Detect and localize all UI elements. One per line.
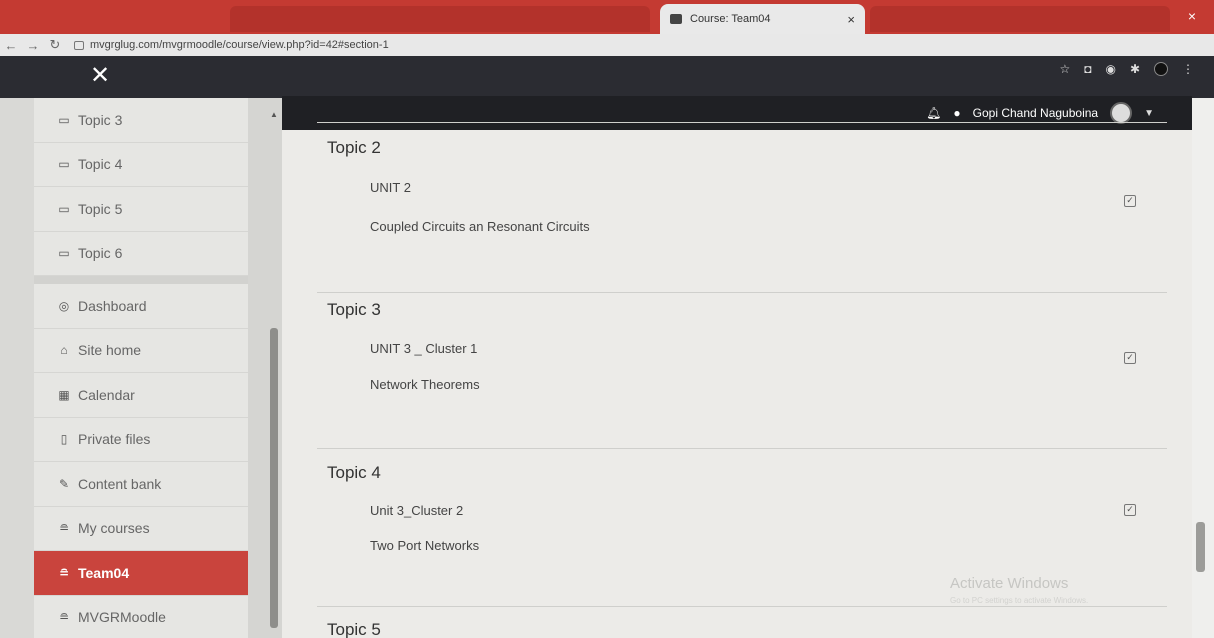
folder-icon: ▭: [58, 246, 70, 261]
browser-tab-active[interactable]: Course: Team04 ×: [660, 4, 865, 34]
topic-title[interactable]: Topic 3: [327, 300, 381, 320]
user-menu: 🔔︎ ● Gopi Chand Naguboina ▼: [926, 96, 1154, 130]
drawer-item-label: Team04: [78, 564, 130, 581]
folder-icon: ▭: [58, 201, 70, 216]
user-name[interactable]: Gopi Chand Naguboina: [973, 106, 1098, 120]
scroll-up-icon[interactable]: ▲: [270, 110, 278, 119]
extension-icon[interactable]: ◘: [1084, 62, 1091, 76]
completion-checkbox[interactable]: ✓: [1124, 352, 1136, 364]
drawer-item-label: Topic 4: [78, 156, 123, 173]
drawer-item-dashboard[interactable]: ◎ Dashboard: [34, 284, 248, 329]
url-field[interactable]: mvgrglug.com/mvgrmoodle/course/view.php?…: [90, 39, 389, 51]
nav-drawer: ▭ Topic 3 ▭ Topic 4 ▭ Topic 5 ▭ Topic 6 …: [34, 98, 248, 638]
chevron-down-icon[interactable]: ▼: [1144, 108, 1154, 119]
drawer-item-label: Calendar: [78, 386, 135, 403]
extension-icon[interactable]: ◉: [1105, 62, 1115, 76]
file-icon: ▯: [60, 432, 68, 447]
topic-title[interactable]: Topic 4: [327, 463, 381, 483]
tab-close-icon[interactable]: ×: [847, 12, 855, 27]
drawer-item-topic-5[interactable]: ▭ Topic 5: [34, 187, 248, 232]
chat-icon[interactable]: ●: [953, 106, 960, 120]
back-icon[interactable]: ←: [0, 38, 22, 53]
folder-icon: ▭: [58, 157, 70, 172]
activate-windows-subtitle: Go to PC settings to activate Windows.: [950, 596, 1089, 605]
activity-link[interactable]: UNIT 2: [370, 180, 411, 195]
lock-icon: [74, 40, 84, 50]
drawer-item-private-files[interactable]: ▯ Private files: [34, 418, 248, 462]
drawer-item-label: MVGRMoodle: [78, 609, 166, 626]
browser-tab-inactive-right[interactable]: [870, 6, 1170, 32]
topic-title[interactable]: Topic 5: [327, 620, 381, 638]
drawer-item-site-home[interactable]: ⌂ Site home: [34, 329, 248, 373]
completion-checkbox[interactable]: ✓: [1124, 195, 1136, 207]
browser-tab-inactive-left[interactable]: [230, 6, 650, 32]
main-scrollbar[interactable]: [1192, 98, 1214, 638]
activity-link[interactable]: Two Port Networks: [370, 538, 479, 553]
moodle-navbar: [0, 56, 1214, 98]
drawer-item-label: Dashboard: [78, 297, 147, 314]
drawer-item-label: Topic 6: [78, 245, 123, 262]
completion-checkbox[interactable]: ✓: [1124, 504, 1136, 516]
browser-menu-icon[interactable]: ⋮: [1182, 62, 1194, 76]
drawer-item-label: Private files: [78, 431, 151, 448]
browser-extensions: ☆ ◘ ◉ ✱ ⋮: [1059, 62, 1194, 76]
drawer-item-team04[interactable]: ≘ Team04: [34, 551, 248, 596]
section-divider: [317, 448, 1167, 449]
drawer-item-topic-6[interactable]: ▭ Topic 6: [34, 232, 248, 276]
profile-avatar-icon[interactable]: [1154, 62, 1168, 76]
topic-title[interactable]: Topic 2: [327, 138, 381, 158]
calendar-icon: ▦: [58, 387, 70, 402]
forward-icon[interactable]: →: [22, 38, 44, 53]
section-divider: [317, 606, 1167, 607]
home-icon: ⌂: [60, 343, 68, 358]
drawer-item-label: Content bank: [78, 475, 162, 492]
activate-windows-watermark: Activate Windows: [950, 575, 1069, 592]
drawer-divider: [34, 276, 248, 284]
drawer-close-icon[interactable]: ✕: [90, 64, 110, 88]
drawer-scrollbar-thumb[interactable]: [270, 328, 278, 628]
puzzle-icon[interactable]: ✱: [1130, 62, 1140, 76]
section-divider: [317, 292, 1167, 293]
drawer-item-my-courses[interactable]: ≘ My courses: [34, 507, 248, 551]
course-favicon-icon: [670, 14, 682, 24]
activity-link[interactable]: UNIT 3 _ Cluster 1: [370, 341, 477, 356]
drawer-item-label: Site home: [78, 342, 142, 359]
drawer-item-topic-3[interactable]: ▭ Topic 3: [34, 98, 248, 143]
reload-icon[interactable]: ↻: [44, 37, 66, 53]
window-close-icon[interactable]: ×: [1188, 8, 1196, 24]
address-bar: ← → ↻ mvgrglug.com/mvgrmoodle/course/vie…: [0, 34, 1214, 56]
drawer-scrollbar[interactable]: ▲: [248, 98, 282, 638]
avatar[interactable]: [1110, 102, 1133, 124]
drawer-item-calendar[interactable]: ▦ Calendar: [34, 373, 248, 418]
section-divider: [317, 122, 1167, 123]
graduation-cap-icon: ≘: [58, 610, 70, 625]
graduation-cap-icon: ≘: [58, 521, 70, 536]
drawer-item-label: My courses: [78, 520, 150, 537]
active-tab-title: Course: Team04: [690, 13, 771, 25]
drawer-item-topic-4[interactable]: ▭ Topic 4: [34, 143, 248, 187]
drawer-item-label: Topic 3: [78, 111, 123, 128]
drawer-item-content-bank[interactable]: ✎ Content bank: [34, 462, 248, 507]
bookmark-star-icon[interactable]: ☆: [1059, 62, 1070, 76]
graduation-cap-icon: ≘: [58, 565, 70, 580]
drawer-item-label: Topic 5: [78, 200, 123, 217]
activity-link[interactable]: Unit 3_Cluster 2: [370, 503, 463, 518]
pencil-icon: ✎: [58, 476, 70, 491]
bell-icon[interactable]: 🔔︎: [926, 106, 941, 120]
main-scrollbar-thumb[interactable]: [1196, 522, 1205, 572]
course-content: Topic 2 UNIT 2 Coupled Circuits an Reson…: [282, 122, 1192, 638]
folder-icon: ▭: [58, 112, 70, 127]
drawer-item-mvgrmoodle[interactable]: ≘ MVGRMoodle: [34, 596, 248, 638]
dashboard-icon: ◎: [58, 298, 70, 313]
activity-link[interactable]: Coupled Circuits an Resonant Circuits: [370, 219, 590, 234]
activity-link[interactable]: Network Theorems: [370, 377, 480, 392]
browser-tab-bar: Course: Team04 × ×: [0, 0, 1214, 34]
